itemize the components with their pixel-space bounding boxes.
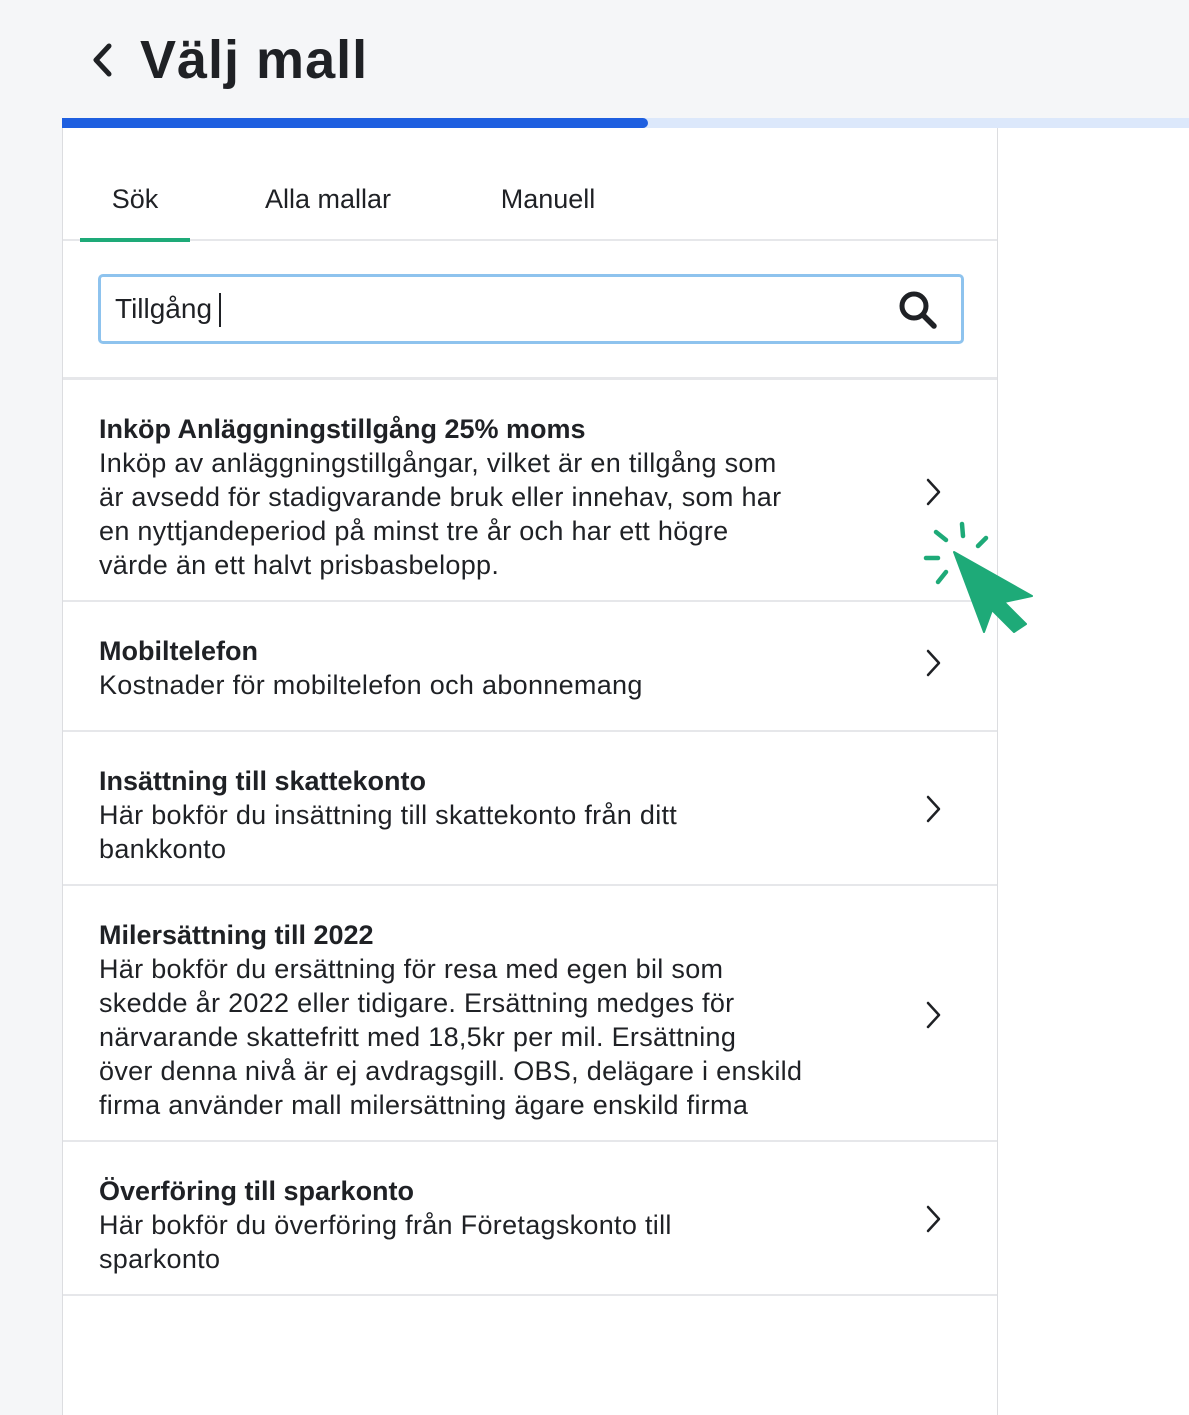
text-cursor [219,293,221,327]
tab-manual[interactable]: Manuell [483,178,613,238]
result-description: Här bokför du insättning till skattekont… [99,800,678,864]
back-button[interactable] [82,36,122,84]
result-description: Inköp av anläggningstillgångar, vilket ä… [99,448,782,580]
result-title: Mobiltelefon [99,636,258,666]
result-title: Milersättning till 2022 [99,920,374,950]
chevron-left-icon [93,43,112,77]
result-description: Här bokför du överföring från Företagsko… [99,1210,672,1274]
result-item-anlaggningstillgang[interactable]: Inköp Anläggningstillgång 25% moms Inköp… [63,380,997,602]
tab-bar: Sök Alla mallar Manuell [63,128,997,242]
result-item-skattekonto[interactable]: Insättning till skattekonto Här bokför d… [63,732,997,886]
result-title: Inköp Anläggningstillgång 25% moms [99,414,586,444]
page-title: Välj mall [140,30,369,90]
result-item-mobiltelefon[interactable]: Mobiltelefon Kostnader för mobiltelefon … [63,602,997,732]
result-title: Överföring till sparkonto [99,1176,415,1206]
chevron-right-icon [926,1205,941,1233]
chevron-right-icon [926,795,941,823]
click-cursor-icon [923,521,1033,633]
chevron-right-icon [926,649,941,677]
progress-bar [62,118,1189,128]
search-input[interactable] [115,277,875,341]
search-icon[interactable] [897,289,939,331]
results-list: Inköp Anläggningstillgång 25% moms Inköp… [63,380,997,1296]
chevron-right-icon [926,478,941,506]
template-panel: Sök Alla mallar Manuell Inköp Anläggning… [62,128,998,1415]
search-box[interactable] [98,274,964,344]
result-description: Kostnader för mobiltelefon och abonneman… [99,670,643,700]
progress-fill [62,118,649,128]
result-description: Här bokför du ersättning för resa med eg… [99,954,803,1120]
tab-all-templates[interactable]: Alla mallar [248,178,408,238]
chevron-right-icon [926,1001,941,1029]
result-item-sparkonto[interactable]: Överföring till sparkonto Här bokför du … [63,1142,997,1296]
search-area [63,241,997,380]
tab-search[interactable]: Sök [80,178,190,242]
header: Välj mall [0,0,1189,118]
result-item-milersattning[interactable]: Milersättning till 2022 Här bokför du er… [63,886,997,1142]
preview-pane [998,128,1189,1415]
result-title: Insättning till skattekonto [99,766,427,796]
